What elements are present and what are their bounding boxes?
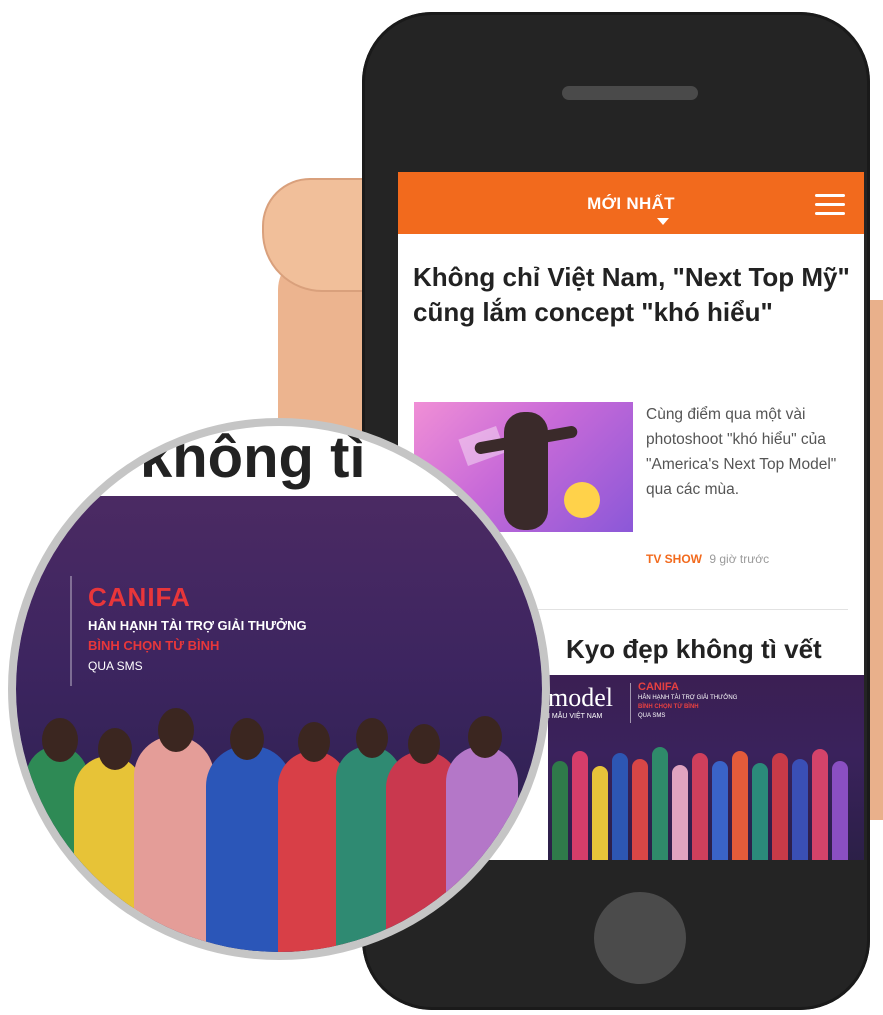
sponsor-line-2: BÌNH CHỌN TỪ BÌNH bbox=[638, 704, 699, 710]
magnified-brand: CANIFA bbox=[88, 582, 191, 612]
sponsor-line-3: QUA SMS bbox=[638, 713, 666, 719]
top-bar: MỚI NHẤT bbox=[398, 172, 864, 234]
magnified-line-1: HÂN HẠNH TÀI TRỢ GIẢI THƯỞNG bbox=[88, 618, 307, 633]
article-title-2[interactable]: Kyo đẹp không tì vết bbox=[566, 634, 822, 665]
chevron-down-icon[interactable] bbox=[657, 218, 669, 225]
article-time: 9 giờ trước bbox=[709, 552, 770, 566]
home-button[interactable] bbox=[594, 892, 686, 984]
magnified-banner: CANIFA HÂN HẠNH TÀI TRỢ GIẢI THƯỞNG BÌNH… bbox=[16, 496, 542, 952]
model-figure bbox=[446, 746, 518, 952]
show-logo: model bbox=[548, 683, 613, 712]
sponsor-line-1: HÂN HẠNH TÀI TRỢ GIẢI THƯỞNG bbox=[638, 695, 738, 701]
phone-speaker bbox=[562, 86, 698, 100]
magnified-line-2: BÌNH CHỌN TỪ BÌNH bbox=[88, 638, 220, 653]
magnified-headline: không tì bbox=[140, 425, 366, 490]
models-group bbox=[548, 731, 864, 860]
article-meta: TV SHOW 9 giờ trước bbox=[646, 552, 769, 566]
section-title[interactable]: MỚI NHẤT bbox=[398, 194, 864, 214]
article-banner-image[interactable]: model I MẪU VIỆT NAM CANIFA HÂN HẠNH TÀI… bbox=[548, 675, 864, 860]
hamburger-menu-icon[interactable] bbox=[815, 194, 845, 216]
model-figure bbox=[134, 736, 214, 952]
sponsor-brand: CANIFA bbox=[638, 681, 679, 693]
article-summary[interactable]: Cùng điểm qua một vài photoshoot "khó hi… bbox=[646, 402, 854, 502]
magnified-line-3: QUA SMS bbox=[88, 659, 143, 673]
show-logo-sub: I MẪU VIỆT NAM bbox=[548, 713, 603, 720]
article-title[interactable]: Không chỉ Việt Nam, "Next Top Mỹ" cũng l… bbox=[413, 260, 853, 330]
category-link[interactable]: TV SHOW bbox=[646, 552, 702, 566]
magnifier-lens: không tì CANIFA HÂN HẠNH TÀI TRỢ GIẢI TH… bbox=[8, 418, 550, 960]
